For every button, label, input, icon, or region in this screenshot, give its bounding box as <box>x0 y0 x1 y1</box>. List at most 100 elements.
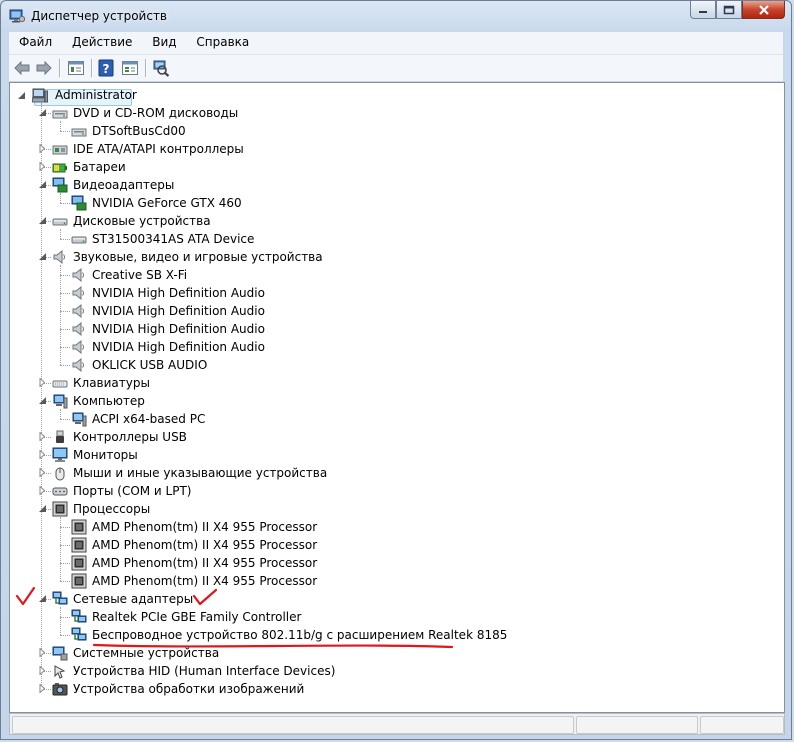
tree-category[interactable]: IDE ATA/ATAPI контроллеры <box>10 140 770 158</box>
menu-help[interactable]: Справка <box>190 32 255 49</box>
show-hidden-icon[interactable] <box>121 59 139 77</box>
tree-item-label: Клавиатуры <box>73 376 150 390</box>
expand-arrow-icon[interactable] <box>38 648 47 657</box>
close-button[interactable] <box>742 1 785 19</box>
tree-category[interactable]: Системные устройства <box>10 644 770 662</box>
tree-category[interactable]: Клавиатуры <box>10 374 770 392</box>
tree-item-label: Компьютер <box>73 394 145 408</box>
speaker-icon <box>72 357 84 373</box>
device-tree[interactable]: Administrator DVD и CD-ROM дисководы DTSo… <box>9 82 785 713</box>
tree-device[interactable]: NVIDIA High Definition Audio <box>10 302 770 320</box>
processor-icon <box>52 501 68 517</box>
tree-device[interactable]: AMD Phenom(tm) II X4 955 Processor <box>10 536 770 554</box>
display-adapter-icon <box>52 177 68 193</box>
tree-device[interactable]: NVIDIA GeForce GTX 460 <box>10 194 770 212</box>
tree-item-label: NVIDIA High Definition Audio <box>92 304 265 318</box>
collapse-arrow-icon[interactable] <box>38 108 47 117</box>
status-pane-2 <box>576 716 698 734</box>
properties-icon[interactable] <box>67 59 85 77</box>
tree-category[interactable]: Устройства обработки изображений <box>10 680 770 698</box>
minimize-button[interactable] <box>690 1 716 19</box>
computer-icon <box>53 394 68 409</box>
speaker-icon <box>72 303 84 319</box>
collapse-arrow-icon[interactable] <box>38 396 47 405</box>
collapse-arrow-icon[interactable] <box>17 91 26 100</box>
tree-item-label: AMD Phenom(tm) II X4 955 Processor <box>92 520 318 534</box>
tree-category[interactable]: Дисковые устройства <box>10 212 770 230</box>
tree-item-label: Видеоадаптеры <box>73 178 175 192</box>
tree-category[interactable]: Процессоры <box>10 500 770 518</box>
toolbar: ? <box>9 55 783 82</box>
scan-hardware-icon[interactable] <box>152 59 170 77</box>
tree-item-label: IDE ATA/ATAPI контроллеры <box>73 142 244 156</box>
expand-arrow-icon[interactable] <box>38 144 47 153</box>
tree-category[interactable]: DVD и CD-ROM дисководы <box>10 104 770 122</box>
expand-arrow-icon[interactable] <box>38 162 47 171</box>
monitor-icon <box>52 447 68 462</box>
tree-device[interactable]: ST31500341AS ATA Device <box>10 230 770 248</box>
expand-arrow-icon[interactable] <box>38 684 47 693</box>
collapse-arrow-icon[interactable] <box>38 594 47 603</box>
speaker-icon <box>72 321 84 337</box>
tree-device[interactable]: OKLICK USB AUDIO <box>10 356 770 374</box>
tree-device[interactable]: NVIDIA High Definition Audio <box>10 320 770 338</box>
menu-action[interactable]: Действие <box>66 32 138 49</box>
collapse-arrow-icon[interactable] <box>38 504 47 513</box>
forward-icon[interactable] <box>35 59 53 77</box>
expand-arrow-icon[interactable] <box>38 450 47 459</box>
tree-category[interactable]: Сетевые адаптеры <box>10 590 770 608</box>
tree-category[interactable]: Устройства HID (Human Interface Devices) <box>10 662 770 680</box>
tree-item-label: Беспроводное устройство 802.11b/g с расш… <box>92 628 508 642</box>
tree-category[interactable]: Порты (COM и LPT) <box>10 482 770 500</box>
tree-device[interactable]: NVIDIA High Definition Audio <box>10 338 770 356</box>
collapse-arrow-icon[interactable] <box>38 216 47 225</box>
tree-item-label: Мониторы <box>73 448 138 462</box>
processor-icon <box>71 573 87 589</box>
tree-category[interactable]: Компьютер <box>10 392 770 410</box>
speaker-icon <box>72 339 84 355</box>
tree-category[interactable]: Мыши и иные указывающие устройства <box>10 464 770 482</box>
tree-item-label: Сетевые адаптеры <box>73 592 194 606</box>
expand-arrow-icon[interactable] <box>38 666 47 675</box>
status-pane-main <box>12 716 574 734</box>
window-title: Диспетчер устройств <box>31 9 168 23</box>
display-adapter-icon <box>71 195 87 211</box>
tree-category[interactable]: Мониторы <box>10 446 770 464</box>
expand-arrow-icon[interactable] <box>38 468 47 477</box>
ide-controller-icon <box>52 145 68 155</box>
tree-device[interactable]: AMD Phenom(tm) II X4 955 Processor <box>10 554 770 572</box>
expand-arrow-icon[interactable] <box>38 486 47 495</box>
expand-arrow-icon[interactable] <box>38 378 47 387</box>
tree-root[interactable]: Administrator <box>10 86 770 106</box>
back-icon[interactable] <box>13 59 31 77</box>
tree-item-label: Дисковые устройства <box>73 214 211 228</box>
menu-file[interactable]: Файл <box>13 32 58 49</box>
processor-icon <box>71 537 87 553</box>
dvd-icon <box>71 128 87 137</box>
tree-item-label: DTSoftBusCd00 <box>92 124 186 138</box>
tree-device[interactable]: AMD Phenom(tm) II X4 955 Processor <box>10 518 770 536</box>
status-pane-3 <box>700 716 784 734</box>
network-adapter-icon <box>71 609 87 623</box>
menu-view[interactable]: Вид <box>146 32 182 49</box>
collapse-arrow-icon[interactable] <box>38 180 47 189</box>
tree-device[interactable]: Беспроводное устройство 802.11b/g с расш… <box>10 626 770 644</box>
maximize-button[interactable] <box>716 1 742 19</box>
network-adapter-icon <box>52 591 68 605</box>
tree-device[interactable]: DTSoftBusCd00 <box>10 122 770 140</box>
tree-device[interactable]: NVIDIA High Definition Audio <box>10 284 770 302</box>
tree-category[interactable]: Батареи <box>10 158 770 176</box>
tree-device[interactable]: Realtek PCIe GBE Family Controller <box>10 608 770 626</box>
tree-item-label: Батареи <box>73 160 126 174</box>
title-bar[interactable]: Диспетчер устройств <box>1 1 791 31</box>
tree-category[interactable]: Звуковые, видео и игровые устройства <box>10 248 770 266</box>
tree-category[interactable]: Контроллеры USB <box>10 428 770 446</box>
help-icon[interactable]: ? <box>97 59 115 77</box>
collapse-arrow-icon[interactable] <box>38 252 47 261</box>
tree-device[interactable]: AMD Phenom(tm) II X4 955 Processor <box>10 572 770 590</box>
expand-arrow-icon[interactable] <box>38 432 47 441</box>
tree-device[interactable]: Creative SB X-Fi <box>10 266 770 284</box>
dvd-icon <box>52 110 68 119</box>
tree-category[interactable]: Видеоадаптеры <box>10 176 770 194</box>
tree-device[interactable]: ACPI x64-based PC <box>10 410 770 428</box>
